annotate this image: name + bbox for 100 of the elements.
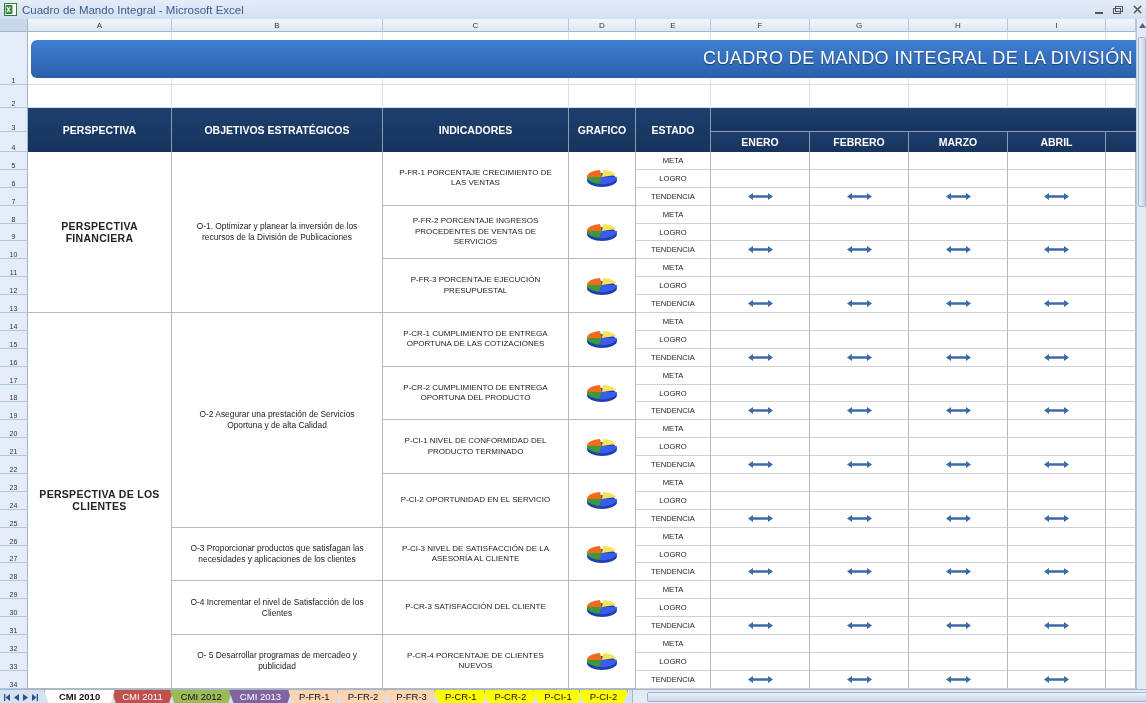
double-arrow-icon bbox=[945, 300, 971, 308]
month-cell bbox=[1106, 259, 1136, 278]
close-icon[interactable] bbox=[1133, 5, 1142, 14]
double-arrow-icon bbox=[945, 192, 971, 200]
column-header[interactable]: E bbox=[636, 19, 711, 32]
double-arrow-icon bbox=[846, 568, 872, 576]
double-arrow-icon bbox=[1044, 192, 1069, 200]
double-arrow-icon bbox=[1044, 461, 1069, 469]
pie-chart-icon bbox=[585, 489, 619, 512]
month-cell bbox=[1106, 152, 1136, 170]
double-arrow-icon bbox=[846, 300, 872, 308]
next-sheet-icon[interactable] bbox=[23, 693, 28, 701]
double-arrow-icon bbox=[945, 622, 971, 630]
scrollbar-thumb[interactable] bbox=[647, 692, 1146, 702]
month-cell bbox=[1106, 474, 1136, 492]
month-cell bbox=[1106, 581, 1136, 600]
double-arrow-icon bbox=[1044, 675, 1069, 683]
column-header[interactable]: H bbox=[909, 19, 1008, 32]
double-arrow-icon bbox=[1044, 246, 1069, 254]
sheet-tab[interactable]: CMI 2012 bbox=[169, 690, 233, 703]
double-arrow-icon bbox=[945, 675, 971, 683]
double-arrow-icon bbox=[747, 246, 773, 254]
pie-chart-icon bbox=[585, 167, 619, 190]
double-arrow-icon bbox=[1044, 514, 1069, 522]
double-arrow-icon bbox=[846, 461, 872, 469]
previous-sheet-icon[interactable] bbox=[14, 693, 19, 701]
double-arrow-icon bbox=[747, 192, 773, 200]
column-header[interactable]: I bbox=[1008, 19, 1106, 32]
double-arrow-icon bbox=[846, 192, 872, 200]
sheet-tab[interactable]: P-CI-1 bbox=[533, 690, 583, 703]
column-heading: GRAFICO bbox=[569, 108, 636, 152]
double-arrow-icon bbox=[945, 407, 971, 415]
indicator-cell: P-FR-1 PORCENTAJE CRECIMIENTO DE LAS VENTAS bbox=[383, 152, 569, 206]
column-heading: OBJETIVOS ESTRATÉGICOS bbox=[172, 108, 383, 152]
column-heading: PERSPECTIVA bbox=[28, 108, 172, 152]
sheet-tab[interactable]: P-CR-1 bbox=[433, 690, 488, 703]
double-arrow-icon bbox=[945, 353, 971, 361]
sheet-tab[interactable]: P-CI-2 bbox=[578, 690, 629, 703]
last-sheet-icon[interactable] bbox=[32, 693, 38, 701]
window-title: Cuadro de Mando Integral - Microsoft Excel bbox=[22, 3, 245, 16]
first-sheet-icon[interactable] bbox=[4, 693, 10, 701]
month-heading: MARZO bbox=[909, 132, 1008, 152]
banner-title: CUADRO DE MANDO INTEGRAL DE LA DIVISIÓN bbox=[31, 39, 1136, 78]
sheet-tab[interactable]: P-CR-2 bbox=[483, 690, 538, 703]
double-arrow-icon bbox=[1044, 353, 1069, 361]
column-header[interactable]: F bbox=[711, 19, 810, 32]
sheet-tab[interactable]: CMI 2010 bbox=[44, 690, 116, 703]
pie-chart-icon bbox=[585, 650, 619, 673]
double-arrow-icon bbox=[1044, 300, 1069, 308]
perspective-cell: PERSPECTIVA DE LOS CLIENTES bbox=[28, 313, 172, 689]
double-arrow-icon bbox=[945, 461, 971, 469]
sheet-tab[interactable]: P-FR-1 bbox=[288, 690, 341, 703]
double-arrow-icon bbox=[747, 622, 773, 630]
objective-cell: O-2 Asegurar una prestación de Servicios Oportuna y de alta Calidad bbox=[172, 313, 383, 528]
sheet-tab[interactable]: P-FR-3 bbox=[385, 690, 438, 703]
month-cell bbox=[1106, 313, 1136, 331]
double-arrow-icon bbox=[846, 622, 872, 630]
double-arrow-icon bbox=[747, 407, 773, 415]
indicator-cell: P-FR-2 PORCENTAJE INGRESOS PROCEDENTES DE VENTAS DE SERVICIOS bbox=[383, 205, 569, 260]
indicator-cell: P-CI-3 NIVEL DE SATISFACCIÓN DE LA ASESORÍA AL CLIENTE bbox=[383, 527, 569, 582]
double-arrow-icon bbox=[945, 514, 971, 522]
double-arrow-icon bbox=[846, 353, 872, 361]
column-header[interactable]: G bbox=[810, 19, 909, 32]
restore-icon[interactable] bbox=[1113, 5, 1123, 14]
scrollbar-thumb[interactable] bbox=[1138, 37, 1146, 207]
month-heading: ENERO bbox=[711, 132, 810, 152]
double-arrow-icon bbox=[846, 407, 872, 415]
perspective-cell: PERSPECTIVA FINANCIERA bbox=[28, 152, 172, 313]
sheet-tab[interactable]: P-FR-2 bbox=[336, 690, 390, 703]
objective-cell: O-4 Incrementar el nivel de Satisfacción de los Clientes bbox=[172, 581, 383, 636]
indicator-cell: P-CR-3 SATISFACCIÓN DEL CLIENTE bbox=[383, 581, 569, 636]
double-arrow-icon bbox=[747, 568, 773, 576]
month-cell bbox=[1106, 599, 1136, 618]
column-header[interactable]: C bbox=[383, 19, 569, 32]
month-cell bbox=[1106, 438, 1136, 457]
indicator-cell: P-FR-3 PORCENTAJE EJECUCIÓN PRESUPUESTAL bbox=[383, 259, 569, 313]
objective-cell: O-3 Proporcionar productos que satisfagan las necesidades y aplicaciones de los clientes bbox=[172, 527, 383, 582]
indicator-cell: P-CI-2 OPORTUNIDAD EN EL SERVICIO bbox=[383, 474, 569, 528]
month-cell bbox=[1106, 635, 1136, 653]
column-header[interactable]: A bbox=[28, 19, 172, 32]
double-arrow-icon bbox=[747, 675, 773, 683]
double-arrow-icon bbox=[1044, 407, 1069, 415]
indicator-cell: P-CR-4 PORCENTAJE DE CLIENTES NUEVOS bbox=[383, 635, 569, 689]
double-arrow-icon bbox=[747, 461, 773, 469]
pie-chart-icon bbox=[585, 221, 619, 243]
month-cell bbox=[1106, 277, 1136, 296]
pie-chart-icon bbox=[585, 543, 619, 566]
double-arrow-icon bbox=[1044, 622, 1069, 630]
month-heading: ABRIL bbox=[1008, 132, 1106, 152]
sheet-tab[interactable]: CMI 2011 bbox=[111, 690, 174, 703]
double-arrow-icon bbox=[846, 514, 872, 522]
column-header[interactable]: B bbox=[172, 19, 383, 32]
scroll-up-icon[interactable] bbox=[1138, 23, 1146, 28]
double-arrow-icon bbox=[747, 514, 773, 522]
pie-chart-icon bbox=[585, 382, 619, 404]
excel-icon bbox=[4, 3, 17, 16]
column-header[interactable]: D bbox=[569, 19, 636, 32]
column-heading: ESTADO bbox=[636, 108, 711, 152]
objective-cell: O-1. Optimizar y planear la inversión de los recursos de la División de Publicaciones bbox=[172, 152, 383, 313]
indicator-cell: P-CR-1 CUMPLIMIENTO DE ENTREGA OPORTUNA DE LAS COTIZACIONES bbox=[383, 313, 569, 367]
